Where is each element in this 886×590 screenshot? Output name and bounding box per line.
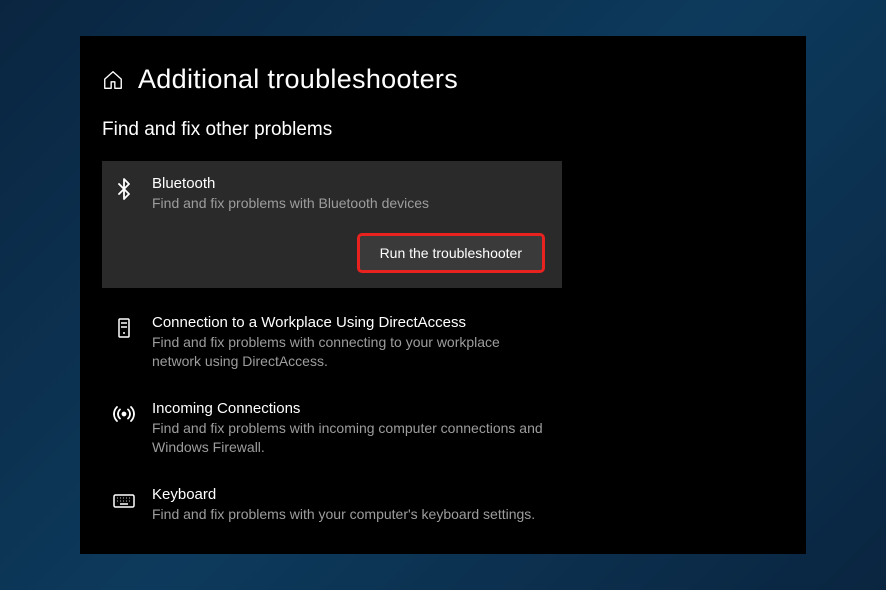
troubleshooter-list: Bluetooth Find and fix problems with Blu… [102,161,784,539]
item-desc: Find and fix problems with connecting to… [152,333,552,372]
item-title: Keyboard [152,486,552,503]
keyboard-icon [112,488,136,512]
section-title: Find and fix other problems [102,119,784,141]
troubleshooter-item-keyboard[interactable]: Keyboard Find and fix problems with your… [102,472,562,539]
item-text: Bluetooth Find and fix problems with Blu… [152,175,552,214]
run-troubleshooter-button[interactable]: Run the troubleshooter [360,236,542,270]
page-title: Additional troubleshooters [138,64,458,95]
bluetooth-icon [112,177,136,201]
settings-window: Additional troubleshooters Find and fix … [80,36,806,554]
item-desc: Find and fix problems with incoming comp… [152,419,552,458]
workplace-icon [112,316,136,340]
item-desc: Find and fix problems with Bluetooth dev… [152,194,552,214]
run-button-wrap: Run the troubleshooter [112,236,552,270]
troubleshooter-item-directaccess[interactable]: Connection to a Workplace Using DirectAc… [102,300,562,386]
item-title: Bluetooth [152,175,552,192]
troubleshooter-item-incoming[interactable]: Incoming Connections Find and fix proble… [102,386,562,472]
incoming-connections-icon [112,402,136,426]
item-text: Connection to a Workplace Using DirectAc… [152,314,552,372]
troubleshooter-item-bluetooth[interactable]: Bluetooth Find and fix problems with Blu… [102,161,562,288]
item-text: Keyboard Find and fix problems with your… [152,486,552,525]
item-title: Incoming Connections [152,400,552,417]
page-header: Additional troubleshooters [102,64,784,95]
item-text: Incoming Connections Find and fix proble… [152,400,552,458]
home-icon[interactable] [102,69,124,91]
item-title: Connection to a Workplace Using DirectAc… [152,314,552,331]
item-desc: Find and fix problems with your computer… [152,505,552,525]
